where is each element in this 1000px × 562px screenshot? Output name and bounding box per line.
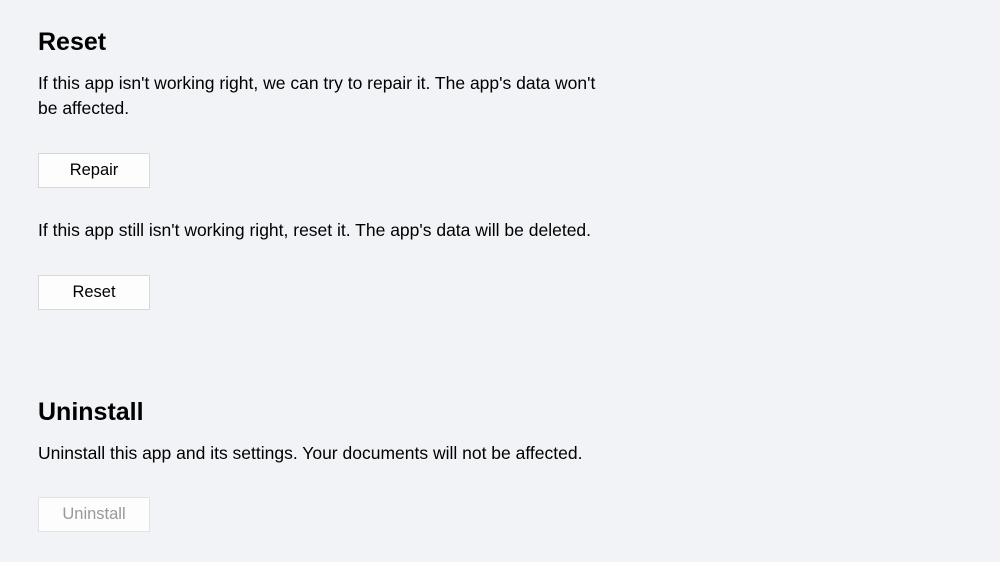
uninstall-description: Uninstall this app and its settings. You…	[38, 441, 638, 466]
reset-button[interactable]: Reset	[38, 275, 150, 310]
uninstall-title: Uninstall	[38, 398, 962, 427]
uninstall-section: Uninstall Uninstall this app and its set…	[38, 398, 962, 562]
repair-button[interactable]: Repair	[38, 153, 150, 188]
reset-section: Reset If this app isn't working right, w…	[38, 28, 962, 340]
reset-description: If this app still isn't working right, r…	[38, 218, 638, 243]
repair-description: If this app isn't working right, we can …	[38, 71, 598, 121]
reset-title: Reset	[38, 28, 962, 57]
uninstall-button[interactable]: Uninstall	[38, 497, 150, 532]
